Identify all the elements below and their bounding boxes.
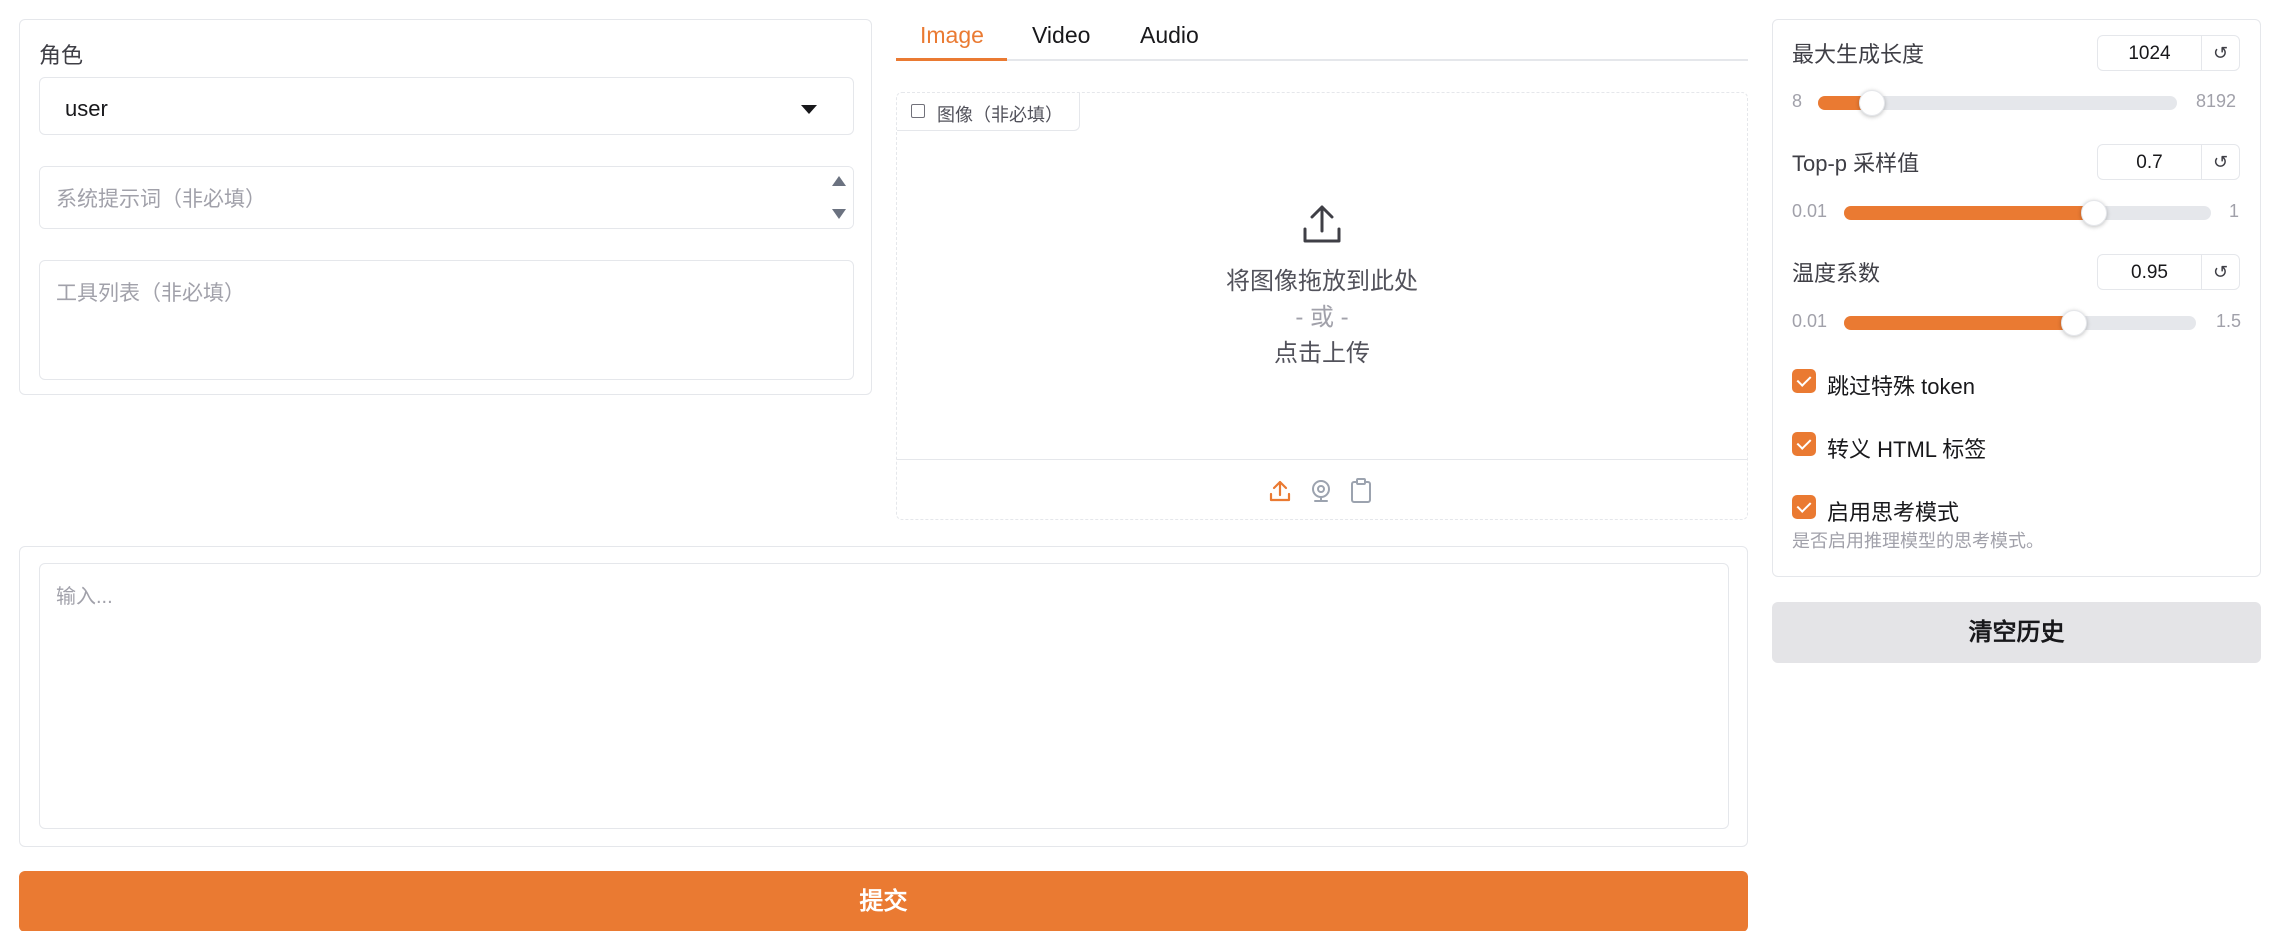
top-p-slider[interactable] [1844, 200, 2211, 226]
top-p-number: 0.7 ↺ [2097, 144, 2240, 180]
webcam-icon[interactable] [1309, 479, 1333, 503]
slider-thumb[interactable] [2061, 310, 2087, 336]
escape-html-label: 转义 HTML 标签 [1827, 437, 1987, 462]
reset-icon[interactable]: ↺ [2201, 145, 2239, 179]
thinking-mode-label: 启用思考模式 [1827, 500, 1960, 525]
temperature-input[interactable]: 0.95 [2098, 262, 2201, 284]
temperature-slider[interactable] [1844, 310, 2196, 336]
tab-audio[interactable]: Audio [1140, 22, 1199, 49]
temperature-number: 0.95 ↺ [2097, 254, 2240, 290]
generation-settings-panel: 最大生成长度 1024 ↺ 8 8192 Top-p 采样值 0.7 ↺ 0.0… [1772, 19, 2261, 577]
active-tab-indicator [896, 58, 1007, 61]
slider-thumb[interactable] [1859, 90, 1885, 116]
reset-icon[interactable]: ↺ [2201, 255, 2239, 289]
max-length-number: 1024 ↺ [2097, 35, 2240, 71]
role-dropdown[interactable]: user [39, 77, 854, 135]
top-p-input[interactable]: 0.7 [2098, 152, 2201, 174]
temperature-min: 0.01 [1792, 311, 1828, 331]
scroll-up-icon[interactable] [832, 176, 846, 186]
drop-here-text: 将图像拖放到此处 [1226, 268, 1418, 295]
image-icon [911, 104, 925, 118]
skip-special-label: 跳过特殊 token [1827, 374, 1975, 399]
system-prompt-input[interactable] [39, 166, 854, 229]
scroll-down-icon[interactable] [832, 209, 846, 219]
top-p-max: 1 [2229, 201, 2240, 221]
max-length-max: 8192 [2196, 91, 2237, 111]
top-p-min: 0.01 [1792, 201, 1828, 221]
submit-button[interactable]: 提交 [19, 871, 1748, 931]
tab-video[interactable]: Video [1032, 22, 1090, 49]
slider-fill [1844, 206, 2094, 220]
max-length-input[interactable]: 1024 [2098, 43, 2201, 65]
thinking-mode-hint: 是否启用推理模型的思考模式。 [1792, 531, 2044, 551]
role-settings-panel: 角色 user [19, 19, 872, 395]
slider-thumb[interactable] [2081, 200, 2107, 226]
upload-arrow-icon [1303, 205, 1341, 243]
max-length-min: 8 [1792, 91, 1803, 111]
dropdown-arrow-icon [801, 105, 817, 114]
role-value: user [65, 96, 108, 121]
escape-html-checkbox[interactable] [1792, 432, 1816, 456]
max-length-slider[interactable] [1818, 90, 2177, 116]
image-label-text: 图像（非必填） [937, 105, 1063, 125]
clear-history-button[interactable]: 清空历史 [1772, 602, 2261, 663]
temperature-max: 1.5 [2216, 311, 2242, 331]
clipboard-icon[interactable] [1349, 478, 1373, 504]
max-length-label: 最大生成长度 [1792, 42, 1925, 67]
image-field-label: 图像（非必填） [897, 93, 1080, 131]
role-label: 角色 [39, 43, 84, 68]
system-prompt-wrapper [39, 166, 854, 229]
upload-icon[interactable] [1268, 479, 1292, 503]
top-p-label: Top-p 采样值 [1792, 151, 1920, 176]
message-input[interactable] [39, 563, 1729, 829]
thinking-mode-checkbox[interactable] [1792, 495, 1816, 519]
or-text: - 或 - [1295, 304, 1349, 331]
temperature-label: 温度系数 [1792, 261, 1881, 286]
tab-image[interactable]: Image [920, 22, 984, 49]
message-input-panel [19, 546, 1748, 847]
upload-source-bar [897, 459, 1747, 519]
tools-list-input[interactable] [39, 260, 854, 380]
skip-special-checkbox[interactable] [1792, 369, 1816, 393]
image-upload-dropzone[interactable]: 图像（非必填） 将图像拖放到此处 - 或 - 点击上传 [896, 92, 1748, 520]
slider-fill [1844, 316, 2074, 330]
click-upload-text[interactable]: 点击上传 [897, 333, 1747, 368]
media-tabs: Image Video Audio [896, 16, 1748, 61]
reset-icon[interactable]: ↺ [2201, 36, 2239, 70]
